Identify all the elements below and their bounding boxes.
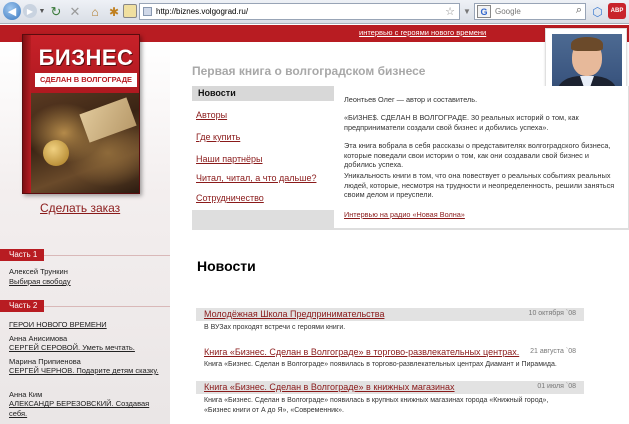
part2-story-link[interactable]: СЕРГЕЙ ЧЕРНОВ. Подарите детям сказку. — [9, 366, 161, 376]
news-text: В ВУЗах проходят встречи с героями книги… — [204, 324, 346, 331]
book-coin-image — [43, 140, 69, 166]
address-bar[interactable]: http://biznes.volgograd.ru/ ☆ — [139, 3, 460, 20]
intro-description: Эта книга вобрала в себя рассказы о пред… — [344, 141, 611, 169]
extension-icon[interactable]: ⬡ — [590, 2, 605, 21]
book-spine — [23, 35, 31, 193]
part2-divider — [44, 306, 170, 307]
news-date: 10 октября `08 — [528, 310, 576, 317]
heroes-link[interactable]: ГЕРОИ НОВОГО ВРЕМЕНИ — [9, 320, 161, 330]
book-subtitle: СДЕЛАН В ВОЛГОГРАДЕ — [35, 73, 137, 87]
screenshot-icon[interactable] — [123, 4, 137, 18]
news-heading: Новости — [197, 258, 256, 274]
back-icon[interactable]: ◀ — [3, 2, 21, 20]
news-title-link[interactable]: Книга «Бизнес. Сделан в Волгограде» в кн… — [204, 382, 455, 392]
bookmark-star-icon[interactable]: ☆ — [445, 5, 455, 18]
part2-story-link[interactable]: АЛЕКСАНДР БЕРЕЗОВСКИЙ. Создавая себя. — [9, 399, 161, 418]
search-placeholder: Google — [495, 7, 521, 16]
interviews-link[interactable]: интервью с героями нового времени — [359, 28, 486, 37]
intro-author: Леонтьев Олег — автор и составитель. — [344, 95, 478, 104]
news-title-link[interactable]: Книга «Бизнес. Сделан в Волгограде» в то… — [204, 347, 519, 357]
url-text[interactable]: http://biznes.volgograd.ru/ — [156, 7, 248, 16]
nav-item-where-to-buy[interactable]: Где купить — [196, 132, 240, 142]
nav-footer-bar — [192, 210, 334, 230]
part1-author: Алексей Трункин — [9, 267, 68, 276]
search-icon[interactable]: ⌕ — [576, 4, 582, 17]
nav-item-partners[interactable]: Наши партнёры — [196, 154, 263, 164]
part2-tab: Часть 2 — [0, 300, 44, 312]
intro-uniqueness: Уникальность книги в том, что она повест… — [344, 171, 615, 199]
search-field[interactable]: G Google ⌕ — [474, 3, 586, 20]
history-dropdown-icon[interactable]: ▼ — [38, 2, 46, 21]
part1-divider — [44, 255, 170, 256]
news-text: Книга «Бизнес. Сделан в Волгограде» появ… — [204, 361, 557, 368]
news-date: 01 июля `08 — [537, 383, 576, 390]
adblock-icon[interactable]: ABP — [608, 3, 626, 19]
intro-book-title: «БИЗНЕ$. СДЕЛАН В ВОЛГОГРАДЕ. 30 реальны… — [344, 113, 579, 132]
book-cover[interactable]: БИЗНЕС СДЕЛАН В ВОЛГОГРАДЕ — [22, 34, 140, 194]
nav-item-authors[interactable]: Авторы — [196, 110, 227, 120]
part1-tab: Часть 1 — [0, 249, 44, 261]
part1-story-link[interactable]: Выбирая свободу — [9, 277, 161, 287]
reload-icon[interactable]: ↻ — [48, 2, 64, 21]
news-text: Книга «Бизнес. Сделан в Волгограде» появ… — [204, 397, 549, 414]
forward-icon[interactable]: ▶ — [23, 4, 37, 18]
book-title: БИЗНЕС — [38, 45, 134, 70]
home-icon[interactable]: ⌂ — [87, 2, 103, 21]
browser-toolbar: ◀ ▶ ▼ ↻ ✕ ⌂ ✱ http://biznes.volgograd.ru… — [0, 0, 629, 24]
order-link[interactable]: Сделать заказ — [40, 201, 120, 215]
news-title-link[interactable]: Молодёжная Школа Предпринимательства — [204, 309, 384, 319]
search-engine-icon[interactable]: G — [477, 5, 491, 18]
nav-item-what-next[interactable]: Читал, читал, а что дальше? — [196, 173, 316, 183]
nav-item-cooperation[interactable]: Сотрудничество — [196, 193, 264, 203]
site-icon — [143, 7, 152, 16]
part2-story-link[interactable]: СЕРГЕЙ СЕРОВОЙ. Уметь мечтать. — [9, 343, 161, 353]
radio-interview-link[interactable]: Интервью на радио «Новая Волна» — [344, 210, 465, 219]
stop-icon[interactable]: ✕ — [67, 2, 83, 21]
go-arrow-icon[interactable]: ▼ — [462, 3, 472, 20]
news-date: 21 августа `08 — [530, 348, 576, 355]
tools-icon[interactable]: ✱ — [106, 2, 122, 21]
portrait-hair — [571, 37, 603, 51]
page-title: Первая книга о волгоградском бизнесе — [192, 64, 426, 78]
nav-news-header[interactable]: Новости — [192, 86, 334, 101]
